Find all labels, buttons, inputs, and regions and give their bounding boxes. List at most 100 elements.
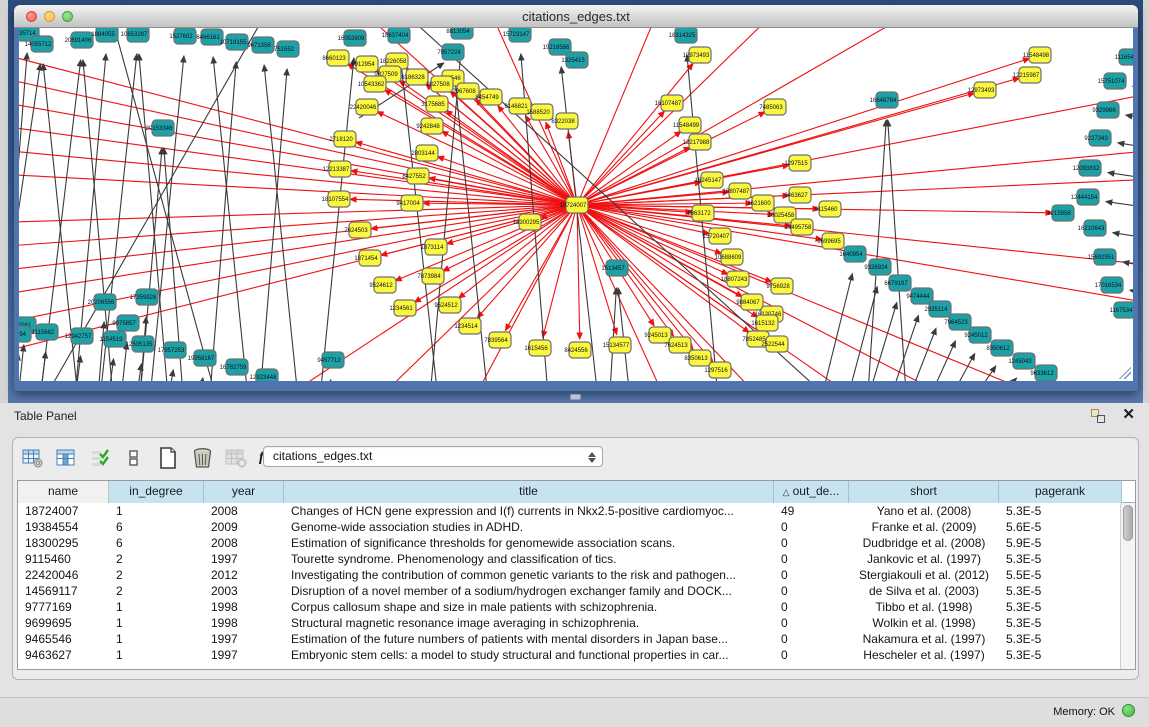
graph-node[interactable]: 12973493 [968, 82, 996, 98]
graph-node[interactable]: 15720407 [703, 228, 731, 244]
select-all-icon[interactable] [89, 447, 111, 469]
graph-node[interactable]: 12923448 [250, 369, 278, 381]
graph-node[interactable]: 12942757 [65, 328, 93, 344]
graph-node[interactable]: 11548498 [1023, 47, 1051, 63]
graph-node[interactable]: 1884055 [91, 28, 118, 42]
graph-node[interactable]: 1234561 [389, 300, 416, 316]
graph-node[interactable]: 15134577 [603, 337, 631, 353]
new-table-icon[interactable] [157, 447, 179, 469]
table-row[interactable]: 969969511998Structural magnetic resonanc… [18, 615, 1120, 631]
table-row[interactable]: 911546021997Tourette syndrome. Phenomeno… [18, 551, 1120, 567]
graph-node[interactable]: 10807487 [723, 183, 751, 199]
network-canvas[interactable]: 1935714140557122069140618840551065328715… [19, 28, 1133, 381]
graph-node[interactable]: 9338924 [864, 259, 891, 275]
network-window-titlebar[interactable]: citations_edges.txt [14, 5, 1138, 28]
graph-node[interactable]: 8350612 [986, 340, 1013, 356]
graph-node[interactable]: 9227343 [1084, 130, 1111, 146]
table-scrollbar-thumb[interactable] [1123, 505, 1133, 541]
graph-node[interactable]: 751552 [274, 41, 299, 57]
column-header-out_de[interactable]: △out_de... [774, 481, 849, 503]
graph-node[interactable]: 12505135 [126, 336, 154, 352]
graph-node[interactable]: 9463627 [784, 187, 811, 203]
graph-node[interactable]: 9457712 [317, 352, 344, 368]
show-columns-icon[interactable] [55, 447, 77, 469]
graph-node[interactable]: 9756928 [766, 278, 793, 294]
graph-node[interactable]: 18300295 [513, 214, 541, 230]
column-header-pagerank[interactable]: pagerank [999, 481, 1122, 503]
graph-node[interactable]: 391594 [19, 326, 31, 342]
memory-status-icon[interactable] [1122, 704, 1135, 717]
graph-node[interactable]: 18637404 [382, 28, 410, 43]
graph-node[interactable]: 10719155 [220, 34, 248, 50]
clear-selection-icon[interactable] [123, 447, 145, 469]
delete-table-icon[interactable] [191, 447, 213, 469]
graph-node[interactable]: 8186328 [401, 69, 428, 85]
graph-node[interactable]: 16648784 [870, 92, 898, 108]
table-mode-icon[interactable] [21, 447, 43, 469]
graph-node[interactable]: 1116542 [1115, 49, 1133, 65]
float-panel-icon[interactable] [1091, 409, 1105, 423]
graph-node[interactable]: 1513457 [601, 260, 628, 276]
table-selector-dropdown[interactable]: citations_edges.txt [263, 446, 603, 467]
graph-node[interactable]: 12217988 [683, 134, 711, 150]
graph-node[interactable]: 1245043 [1008, 353, 1035, 369]
table-row[interactable]: 1938455462009Genome-wide association stu… [18, 519, 1120, 535]
graph-node[interactable]: 10973493 [683, 47, 711, 63]
graph-node[interactable]: 9115460 [815, 201, 841, 217]
network-window[interactable]: citations_edges.txt 19357141405571220691… [14, 5, 1138, 391]
table-row[interactable]: 2242004622012Investigating the contribut… [18, 567, 1120, 583]
table-scrollbar[interactable] [1120, 503, 1135, 669]
graph-node[interactable]: 8322038 [551, 113, 578, 129]
close-panel-icon[interactable]: ✕ [1122, 406, 1135, 424]
graph-node[interactable]: 15692951 [1088, 249, 1116, 265]
graph-node[interactable]: 12093832 [1073, 160, 1101, 176]
graph-node[interactable]: 22420046 [350, 99, 378, 115]
graph-node[interactable]: 2718120 [329, 131, 356, 147]
graph-node[interactable]: 9524612 [369, 277, 396, 293]
graph-node[interactable]: 20691406 [65, 32, 93, 48]
graph-node[interactable]: 20153346 [146, 120, 174, 136]
graph-node[interactable]: 18314325 [669, 28, 697, 43]
graph-node[interactable]: 16210643 [1078, 220, 1106, 236]
graph-node[interactable]: 1873114 [421, 239, 447, 255]
graph-node[interactable]: 8912954 [351, 56, 378, 72]
graph-node[interactable]: 1527602 [169, 28, 196, 44]
graph-node[interactable]: 10653287 [121, 28, 149, 42]
graph-node[interactable]: 17016534 [1095, 277, 1123, 293]
graph-node[interactable]: 1615456 [524, 340, 551, 356]
graph-node[interactable]: 6679197 [884, 275, 911, 291]
graph-node[interactable]: 15723147 [503, 28, 531, 42]
graph-node[interactable]: 9474444 [906, 288, 933, 304]
column-header-year[interactable]: year [204, 481, 284, 503]
graph-node[interactable]: 17359928 [130, 289, 158, 305]
table-row[interactable]: 946362711997Embryonic stem cells: a mode… [18, 647, 1120, 663]
graph-node[interactable]: 1297515 [784, 155, 811, 171]
graph-node[interactable]: 7624503 [344, 222, 371, 238]
graph-node[interactable]: 16782759 [220, 359, 248, 375]
window-resize-grip-icon[interactable] [1119, 367, 1131, 379]
graph-node[interactable]: 9975857 [112, 315, 139, 331]
graph-node[interactable]: 10688609 [715, 249, 743, 265]
panel-splitter-handle[interactable] [570, 394, 581, 400]
column-header-title[interactable]: title [284, 481, 774, 503]
table-row[interactable]: 1456911722003Disruption of a novel membe… [18, 583, 1120, 599]
graph-node[interactable]: 8660123 [322, 50, 349, 66]
graph-node[interactable]: 15751074 [1098, 73, 1126, 89]
graph-node[interactable]: 1115682 [32, 324, 58, 340]
table-row[interactable]: 977716911998Corpus callosum shape and si… [18, 599, 1120, 615]
graph-node[interactable]: 1167534 [1110, 302, 1133, 318]
graph-node[interactable]: 19218586 [543, 39, 571, 55]
graph-node[interactable]: 12213387 [323, 161, 351, 177]
graph-node[interactable]: 16107487 [655, 95, 683, 111]
graph-node[interactable]: 9417004 [396, 195, 423, 211]
graph-node[interactable]: 1871454 [354, 250, 381, 266]
column-header-short[interactable]: short [849, 481, 999, 503]
graph-node[interactable]: 7839564 [484, 332, 511, 348]
graph-node[interactable]: 17957253 [158, 342, 186, 358]
citation-graph[interactable]: 1935714140557122069140618840551065328715… [19, 28, 1133, 381]
graph-node[interactable]: 1640954 [839, 246, 866, 262]
graph-node[interactable]: 19958167 [188, 350, 216, 366]
graph-node[interactable]: 10543362 [358, 76, 386, 92]
graph-node[interactable]: 8215958 [1047, 205, 1074, 221]
graph-node[interactable]: 8813054 [446, 28, 473, 39]
